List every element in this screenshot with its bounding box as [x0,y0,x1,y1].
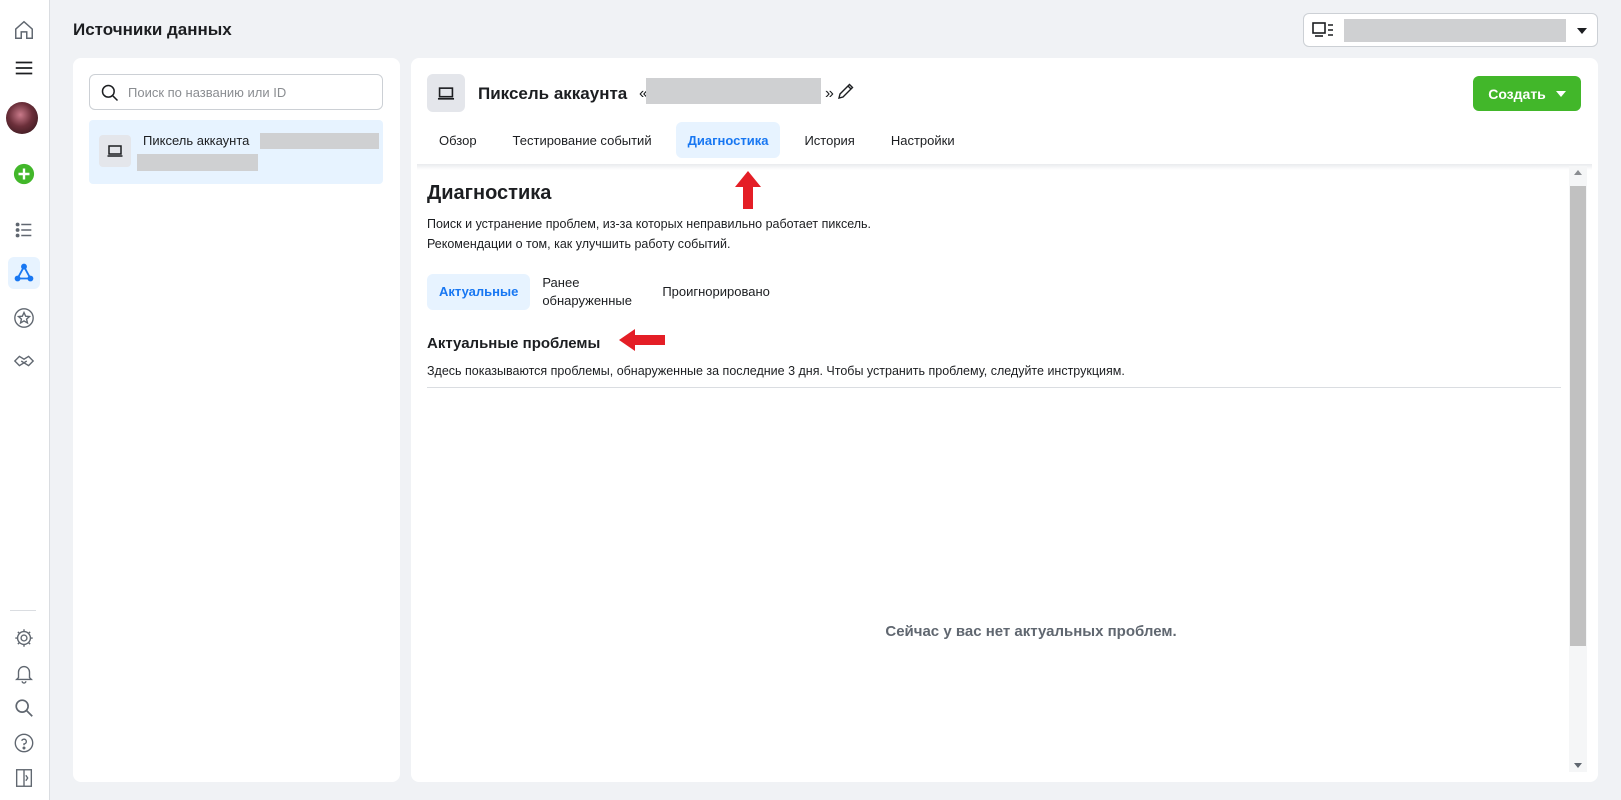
panel-icon[interactable] [8,762,40,794]
data-source-name-redacted [260,133,379,149]
handshake-icon[interactable] [8,345,40,377]
issues-divider [427,387,1561,388]
account-name-redacted [1344,19,1566,42]
home-icon[interactable] [8,14,40,46]
tab-diagnostics[interactable]: Диагностика [675,122,781,158]
tab-history[interactable]: История [792,122,866,158]
tab-overview[interactable]: Обзор [427,122,489,158]
search-icon[interactable] [8,692,40,724]
scrollbar[interactable] [1569,166,1587,772]
rail-divider [10,610,36,611]
tab-settings[interactable]: Настройки [879,122,967,158]
data-sources-panel: Пиксель аккаунта [73,58,400,782]
search-input[interactable] [128,75,378,109]
avatar[interactable] [6,102,38,134]
section-description-1: Поиск и устранение проблем, из-за которы… [427,217,872,231]
section-description-2: Рекомендации о том, как улучшить работу … [427,237,731,251]
scroll-down-icon[interactable] [1574,763,1582,768]
tabs-divider [417,164,1592,170]
subtab-current[interactable]: Актуальные [427,274,531,310]
data-source-name: Пиксель аккаунта [143,133,250,148]
plus-circle-icon[interactable] [8,158,40,190]
tab-test-events[interactable]: Тестирование событий [501,122,664,158]
monitor-icon [427,74,465,112]
bell-icon[interactable] [8,657,40,689]
section-title: Диагностика [427,182,552,204]
list-icon[interactable] [8,214,40,246]
menu-icon[interactable] [8,52,40,84]
monitor-icon [99,135,131,167]
chevron-down-icon [1577,28,1587,34]
data-source-item[interactable]: Пиксель аккаунта [89,120,383,184]
events-manager-icon[interactable] [8,257,40,289]
subtab-previously-detected[interactable]: Ранее обнаруженные [530,274,650,310]
issues-description: Здесь показываются проблемы, обнаруженны… [427,364,1125,378]
chevron-down-icon [1555,90,1566,97]
account-selector[interactable] [1303,13,1598,47]
pixel-detail-panel: Пиксель аккаунта « » Создать Обзор Тести… [411,58,1598,782]
help-icon[interactable] [8,727,40,759]
create-button[interactable]: Создать [1473,76,1581,111]
left-nav-rail [0,0,50,800]
data-source-id-redacted [137,154,258,171]
create-button-label: Создать [1488,85,1546,102]
search-field[interactable] [89,74,383,110]
annotation-arrow-left-icon [619,329,665,351]
empty-state-message: Сейчас у вас нет актуальных проблем. [885,623,1177,640]
page-title: Источники данных [73,20,232,39]
search-icon [101,84,119,102]
monitor-icon [1312,22,1333,37]
pixel-title-quote-close: » [825,85,834,102]
scrollbar-thumb[interactable] [1570,186,1586,646]
pixel-tabs: Обзор Тестирование событий Диагностика И… [427,122,979,158]
star-icon[interactable] [8,302,40,334]
pixel-title: Пиксель аккаунта [478,84,628,103]
pencil-icon[interactable] [836,81,856,101]
annotation-arrow-up-icon [735,171,761,209]
diagnostics-subtabs: Актуальные Ранее обнаруженные Проигнорир… [427,272,782,312]
pixel-name-redacted [646,78,821,104]
scroll-up-icon[interactable] [1574,170,1582,175]
gear-icon[interactable] [8,622,40,654]
issues-title: Актуальные проблемы [427,335,601,352]
subtab-ignored[interactable]: Проигнорировано [650,274,782,310]
